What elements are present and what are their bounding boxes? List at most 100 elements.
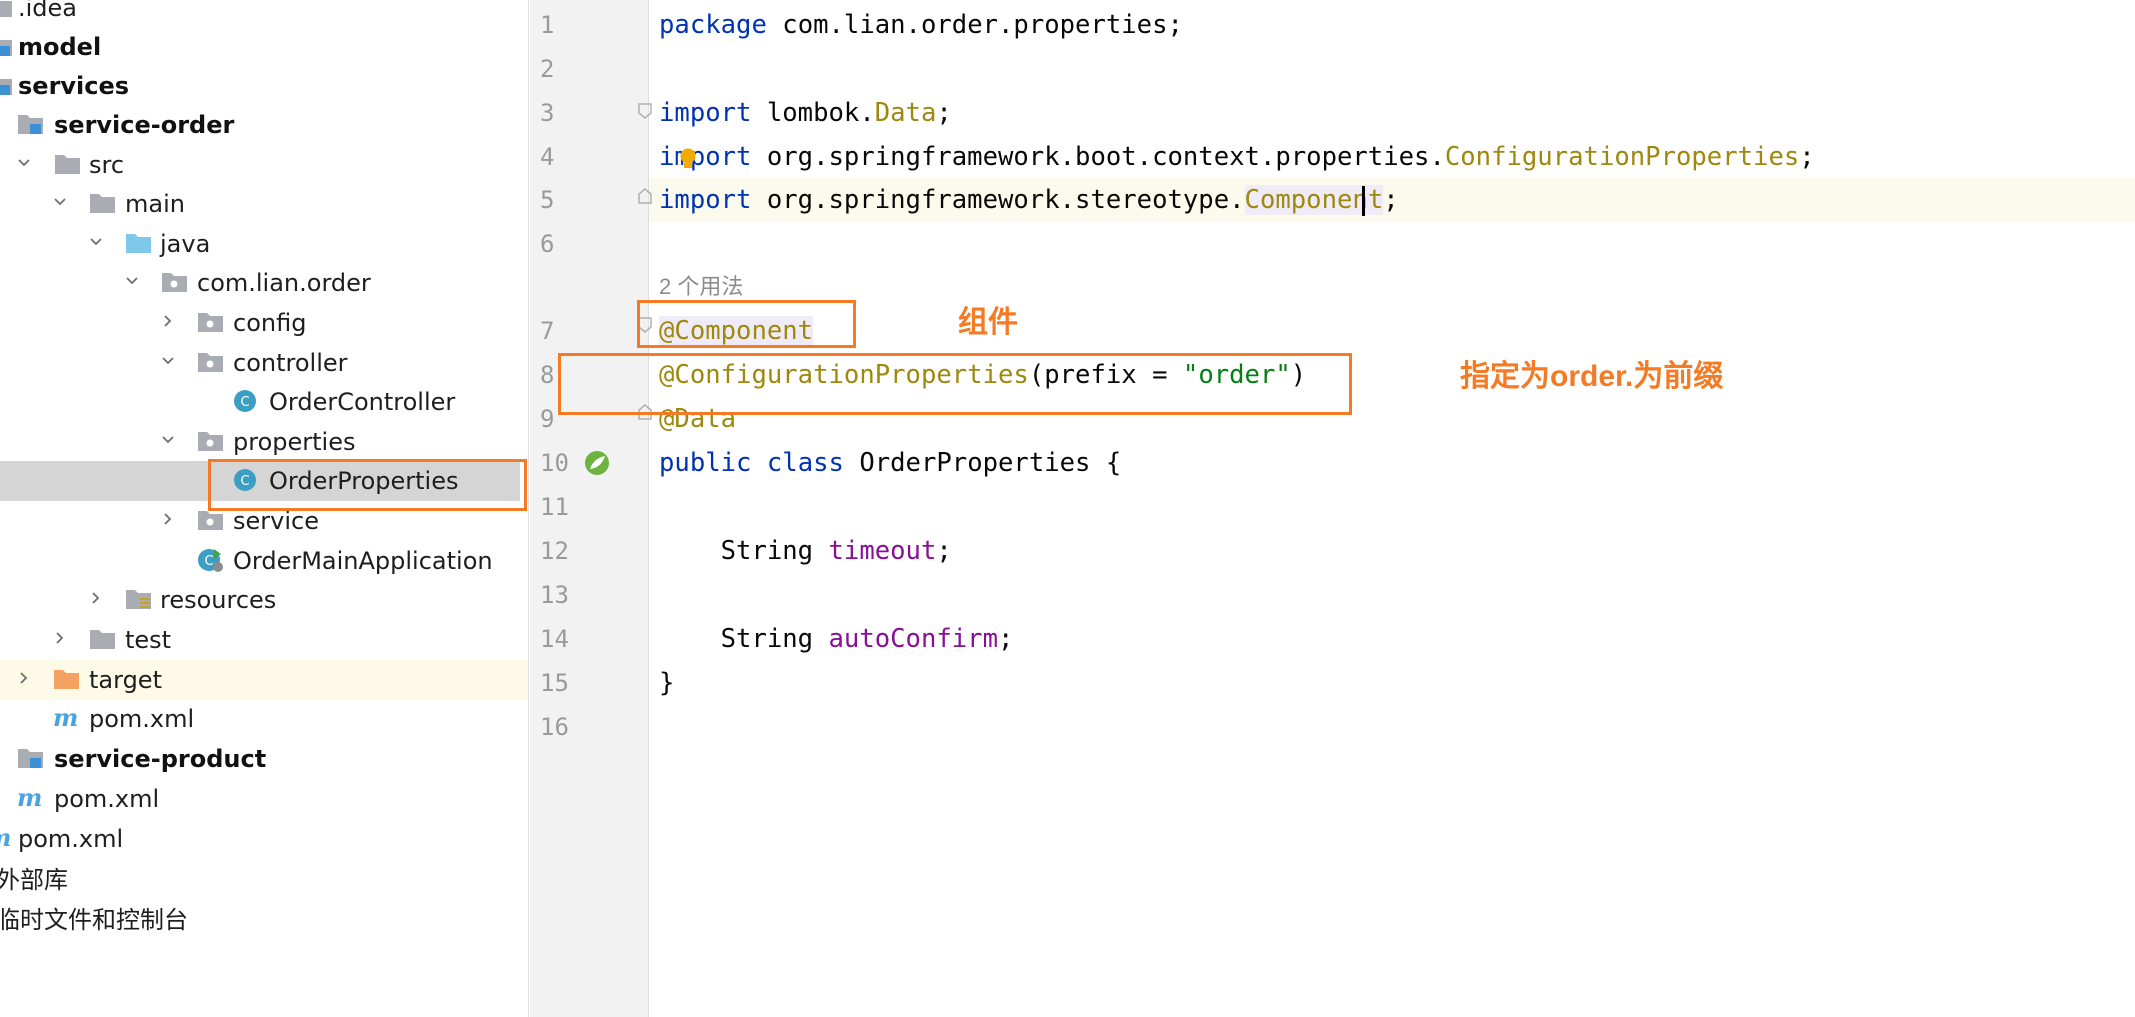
module-folder-icon	[0, 73, 13, 97]
code-line-4: import org.springframework.boot.context.…	[659, 142, 1815, 172]
line-number: 2	[540, 55, 555, 83]
module-folder-icon	[17, 112, 44, 136]
code-line-1: package com.lian.order.properties;	[659, 10, 1183, 40]
line-number: 13	[540, 581, 569, 609]
tree-item-label: src	[89, 151, 125, 179]
lightbulb-icon[interactable]	[679, 148, 697, 170]
chevron-right-icon[interactable]	[18, 672, 29, 684]
chevron-down-icon[interactable]	[54, 196, 66, 207]
highlight-box-component	[637, 300, 856, 348]
tree-item-ordercontroller[interactable]: C OrderController	[0, 382, 528, 422]
source-folder-icon	[125, 231, 152, 255]
package-icon	[197, 310, 224, 334]
annotation-prefix-note: 指定为order.为前缀	[1460, 360, 1724, 393]
code-line-10: public class OrderProperties {	[659, 448, 1122, 478]
line-number: 11	[540, 493, 569, 521]
tree-item-label: resources	[160, 586, 277, 614]
tree-item-properties[interactable]: properties	[0, 422, 528, 462]
tree-item-resources[interactable]: resources	[0, 580, 528, 620]
tree-item-label: pom.xml	[89, 705, 195, 733]
chevron-right-icon[interactable]	[162, 513, 173, 525]
tree-item-pom-xml[interactable]: m pom.xml	[0, 819, 528, 859]
tree-item-controller[interactable]: controller	[0, 343, 528, 383]
svg-text:m: m	[17, 786, 42, 810]
folder-icon	[54, 152, 81, 176]
tree-item-label: properties	[233, 428, 356, 456]
tree-item-main[interactable]: main	[0, 184, 528, 224]
tree-item-label: service-product	[54, 745, 267, 773]
tree-item-label: config	[233, 309, 307, 337]
package-icon	[197, 350, 224, 374]
package-icon	[197, 508, 224, 532]
folder-icon	[0, 0, 13, 19]
tree-item-label: test	[125, 626, 172, 654]
chevron-right-icon[interactable]	[162, 315, 173, 327]
line-number: 14	[540, 625, 569, 653]
code-line-14: String autoConfirm;	[659, 624, 1014, 654]
chevron-down-icon[interactable]	[162, 434, 174, 445]
tree-item-label: 外部库	[0, 866, 68, 894]
package-icon	[197, 429, 224, 453]
spring-bean-gutter-icon[interactable]	[582, 448, 612, 478]
tree-item-pom-xml[interactable]: m pom.xml	[0, 699, 528, 739]
svg-text:m: m	[0, 826, 11, 850]
tree-item-label: OrderMainApplication	[233, 547, 493, 575]
line-number: 4	[540, 143, 555, 171]
tree-item-label: OrderController	[269, 388, 456, 416]
highlight-box-orderproperties	[208, 459, 527, 511]
highlight-box-configuration-properties	[558, 353, 1352, 415]
tree-item-java[interactable]: java	[0, 224, 528, 264]
tree-item-src[interactable]: src	[0, 145, 528, 185]
line-number: 15	[540, 669, 569, 697]
tree-item-test[interactable]: test	[0, 620, 528, 660]
tree-item-config[interactable]: config	[0, 303, 528, 343]
tree-item--idea[interactable]: .idea	[0, 0, 528, 28]
tree-item-label: pom.xml	[18, 825, 124, 853]
tree-item-service-order[interactable]: service-order	[0, 105, 528, 145]
svg-text:C: C	[204, 554, 213, 569]
tree-item-外部库[interactable]: 外部库	[0, 860, 528, 900]
code-line-5: import org.springframework.stereotype.Co…	[659, 185, 1399, 215]
module-folder-icon	[17, 746, 44, 770]
tree-item-service-product[interactable]: service-product	[0, 739, 528, 779]
maven-icon: m	[17, 786, 44, 810]
line-number: 6	[540, 230, 555, 258]
code-editor[interactable]: package com.lian.order.properties; impor…	[649, 0, 2135, 1017]
tree-item-services[interactable]: services	[0, 66, 528, 106]
tree-item-pom-xml[interactable]: m pom.xml	[0, 779, 528, 819]
svg-text:m: m	[53, 706, 78, 730]
line-number: 12	[540, 537, 569, 565]
line-number: 5	[540, 186, 555, 214]
module-folder-icon	[0, 34, 13, 58]
chevron-down-icon[interactable]	[162, 355, 174, 366]
resources-folder-icon	[125, 587, 152, 611]
line-number: 16	[540, 713, 569, 741]
line-number: 3	[540, 99, 555, 127]
chevron-down-icon[interactable]	[90, 236, 102, 247]
tree-item-ordermainapplication[interactable]: C OrderMainApplication	[0, 541, 528, 581]
code-line-12: String timeout;	[659, 536, 952, 566]
tree-item-com-lian-order[interactable]: com.lian.order	[0, 263, 528, 303]
code-line-15: }	[659, 668, 675, 698]
tree-item-target[interactable]: target	[0, 660, 528, 700]
package-icon	[161, 270, 188, 294]
tree-item-label: model	[18, 33, 102, 61]
tree-item-label: services	[18, 72, 130, 100]
tree-item-临时文件和控制台[interactable]: 临时文件和控制台	[0, 900, 528, 940]
code-line-3: import lombok.Data;	[659, 98, 952, 128]
text-caret	[1362, 186, 1365, 216]
chevron-down-icon[interactable]	[126, 275, 138, 286]
maven-icon: m	[53, 706, 80, 730]
spring-boot-class-icon: C	[197, 548, 224, 572]
tree-item-model[interactable]: model	[0, 27, 528, 67]
tree-item-label: pom.xml	[54, 785, 160, 813]
svg-text:C: C	[240, 395, 249, 410]
tree-item-label: service-order	[54, 111, 235, 139]
chevron-right-icon[interactable]	[90, 592, 101, 604]
chevron-down-icon[interactable]	[18, 157, 30, 168]
annotation-component-note: 组件	[958, 306, 1018, 339]
tree-item-label: com.lian.order	[197, 269, 371, 297]
folder-icon	[89, 627, 116, 651]
tree-item-label: controller	[233, 349, 348, 377]
chevron-right-icon[interactable]	[54, 632, 65, 644]
